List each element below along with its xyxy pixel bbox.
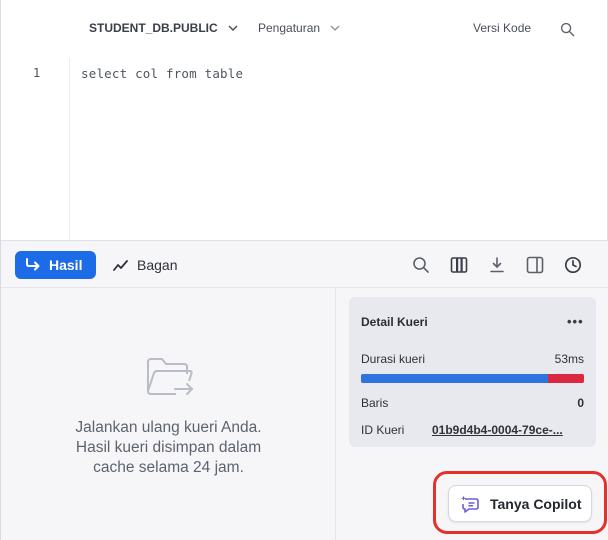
history-icon[interactable] (564, 256, 582, 274)
code-versions-button[interactable]: Versi Kode (473, 21, 531, 35)
chevron-down-icon (228, 25, 238, 32)
return-arrow-icon (26, 258, 40, 271)
ask-copilot-button[interactable]: Tanya Copilot (448, 485, 592, 522)
app-window: STUDENT_DB.PUBLIC Pengaturan Versi Kode … (0, 0, 608, 540)
chevron-down-icon (330, 25, 340, 31)
results-tabs-bar: Hasil Bagan (1, 241, 608, 288)
code-versions-label: Versi Kode (473, 21, 532, 35)
line-chart-icon (113, 259, 128, 271)
more-options-icon[interactable]: ••• (567, 314, 584, 329)
download-icon[interactable] (488, 256, 506, 274)
empty-state-message: Jalankan ulang kueri Anda. Hasil kueri d… (1, 418, 336, 478)
folder-arrow-icon (147, 358, 193, 395)
search-icon[interactable] (412, 256, 430, 274)
results-empty-state: Jalankan ulang kueri Anda. Hasil kueri d… (1, 288, 336, 540)
copilot-sparkle-icon (461, 495, 479, 513)
tab-chart-label: Bagan (137, 257, 178, 273)
settings-label: Pengaturan (258, 21, 321, 35)
search-icon[interactable] (560, 22, 575, 37)
empty-state-line: Hasil kueri disimpan dalam (75, 439, 262, 456)
editor-toolbar: STUDENT_DB.PUBLIC Pengaturan Versi Kode (1, 0, 608, 58)
line-number: 1 (33, 66, 41, 80)
columns-icon[interactable] (450, 256, 468, 274)
tab-chart[interactable]: Bagan (113, 251, 177, 279)
query-id-link[interactable]: 01b9d4b4-0004-79ce-... (432, 423, 584, 437)
empty-state-line: cache selama 24 jam. (93, 459, 244, 476)
database-selector[interactable]: STUDENT_DB.PUBLIC (89, 21, 239, 35)
database-label: STUDENT_DB.PUBLIC (89, 21, 218, 35)
duration-bar-other (548, 374, 584, 383)
rows-label: Baris (361, 396, 389, 410)
duration-bar[interactable] (361, 374, 584, 383)
gutter-divider (69, 58, 70, 240)
empty-state-line: Jalankan ulang kueri Anda. (75, 419, 262, 436)
tab-results-label: Hasil (49, 257, 83, 273)
duration-label: Durasi kueri (361, 352, 426, 366)
rows-value: 0 (577, 396, 584, 410)
query-id-label: ID Kueri (361, 423, 405, 437)
duration-value: 53ms (554, 352, 584, 366)
code-line[interactable]: select col from table (81, 66, 243, 81)
sql-editor[interactable]: 1 select col from table (1, 58, 608, 240)
query-details-card: Detail Kueri ••• Durasi kueri 53ms Baris… (349, 297, 596, 447)
query-details-title: Detail Kueri (361, 315, 428, 329)
duration-bar-execution (361, 374, 549, 383)
ask-copilot-label: Tanya Copilot (490, 495, 582, 512)
split-panel-icon[interactable] (526, 256, 544, 274)
tab-results[interactable]: Hasil (15, 251, 96, 279)
settings-dropdown[interactable]: Pengaturan (258, 21, 341, 35)
